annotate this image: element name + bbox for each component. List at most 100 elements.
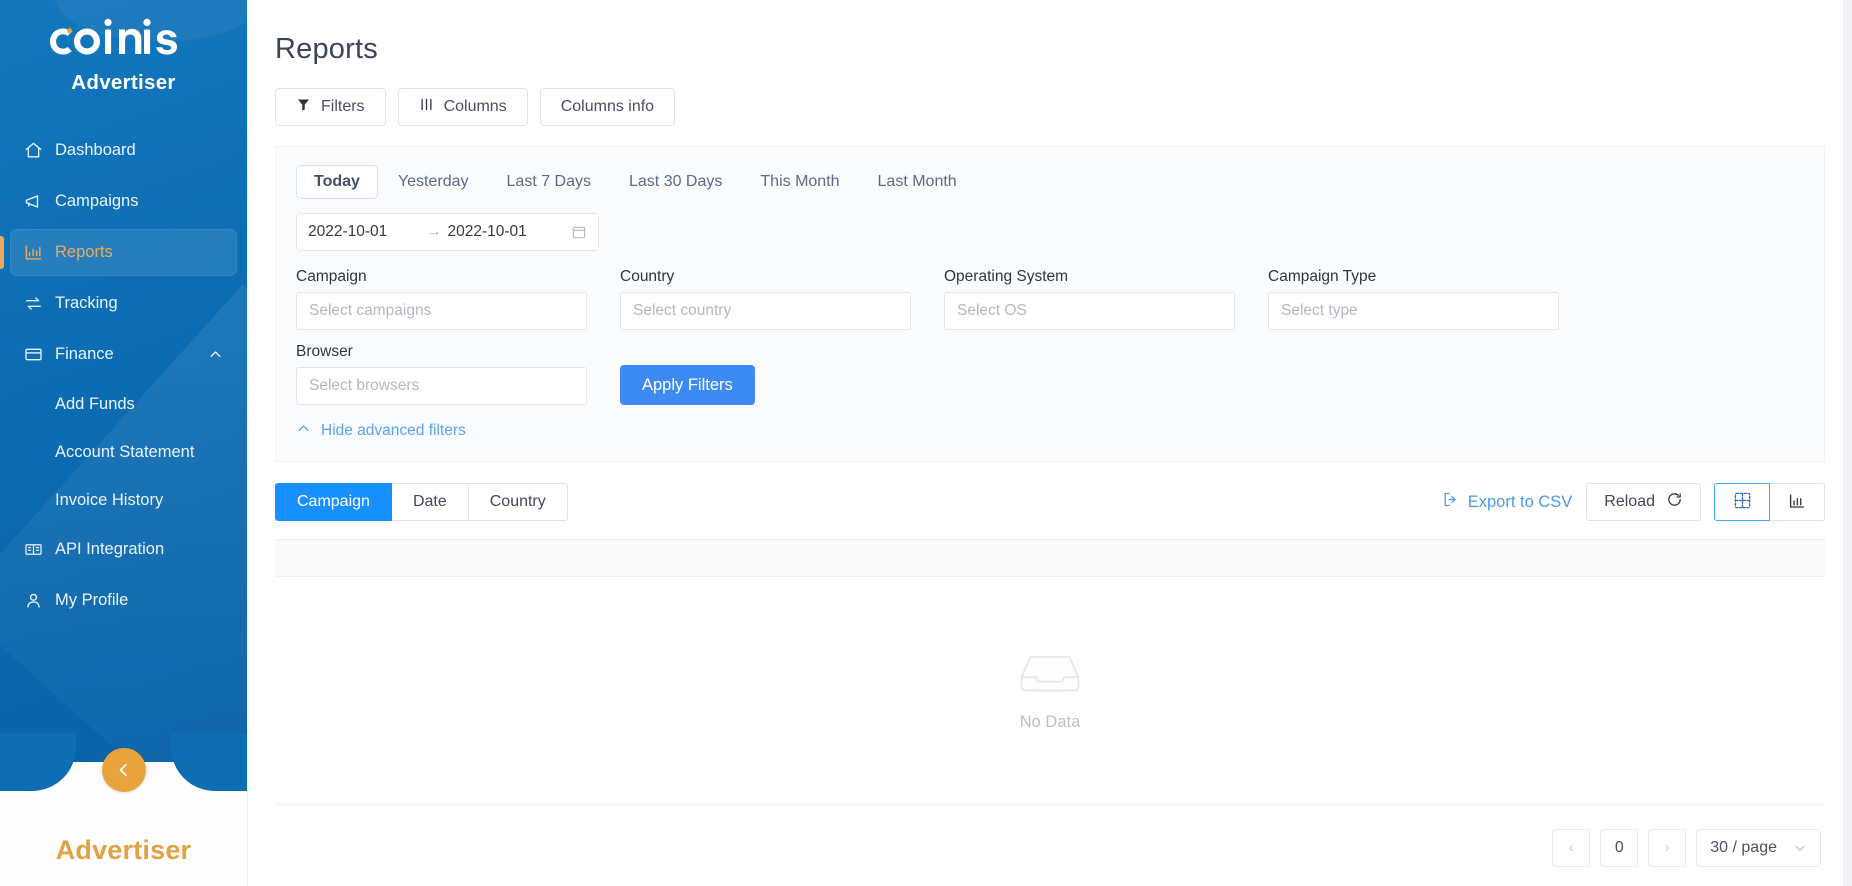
table-actions: Export to CSV Reload [1442,483,1825,521]
date-range-tab-last-month[interactable]: Last Month [860,165,975,199]
pagination-page-number[interactable]: 0 [1600,829,1639,867]
scrollbar-track[interactable] [1843,0,1852,886]
sidebar-item-label: Account Statement [55,442,195,461]
sidebar-item-dashboard[interactable]: Dashboard [10,127,237,174]
page-title: Reports [275,33,378,65]
grouping-tabs: Campaign Date Country [275,483,568,521]
columns-info-button[interactable]: Columns info [539,88,676,126]
campaign-type-select[interactable]: Select type [1268,292,1559,330]
sidebar-item-label: Invoice History [55,490,164,509]
sidebar-item-label: Finance [55,345,114,363]
megaphone-icon [24,192,52,211]
campaign-select[interactable]: Select campaigns [296,292,587,330]
sidebar-item-finance[interactable]: Finance [10,331,237,378]
reload-button[interactable]: Reload [1586,483,1701,521]
sidebar-nav: Dashboard Campaigns Reports Tracking Fin… [0,127,247,624]
date-range-tab-last-30-days[interactable]: Last 30 Days [611,165,740,199]
operating-system-select[interactable]: Select OS [944,292,1235,330]
filter-panel: Today Yesterday Last 7 Days Last 30 Days… [275,146,1825,462]
report-toolbar: Filters Columns Columns info [248,66,1852,126]
tab-country[interactable]: Country [467,483,568,521]
sidebar-item-invoice-history[interactable]: Invoice History [10,478,237,522]
home-icon [24,141,52,160]
chevron-down-icon [1793,841,1807,855]
apply-filters-button[interactable]: Apply Filters [620,365,755,405]
date-end-value[interactable]: 2022-10-01 [448,223,560,241]
sidebar-item-tracking[interactable]: Tracking [10,280,237,327]
export-icon [1442,491,1459,513]
coinis-logo-icon [49,18,177,55]
sidebar-collapse-button[interactable] [101,748,146,792]
table-grid-icon [1733,491,1752,513]
filter-fields-row-2: Browser Select browsers Apply Filters [296,343,1804,405]
page-size-value: 30 / page [1710,839,1777,856]
chevron-up-icon [208,347,223,362]
table-view-button[interactable] [1714,483,1770,521]
sidebar-item-add-funds[interactable]: Add Funds [10,382,237,426]
bar-chart-icon [1788,492,1806,513]
campaign-filter: Campaign Select campaigns [296,268,587,330]
refresh-icon [1666,491,1683,513]
sidebar-item-label: Reports [55,243,113,261]
sidebar-item-label: My Profile [55,591,129,609]
browser-filter-label: Browser [296,343,353,360]
date-start-value[interactable]: 2022-10-01 [308,223,420,241]
sidebar-item-my-profile[interactable]: My Profile [10,577,237,624]
pagination: ‹ 0 › 30 / page [248,829,1825,867]
sidebar-item-campaigns[interactable]: Campaigns [10,178,237,225]
tab-date[interactable]: Date [390,483,469,521]
exchange-icon [24,294,52,313]
sidebar-footer: Advertiser [0,733,247,886]
chevron-left-icon [115,761,133,779]
brand-subtitle: Advertiser [71,71,176,94]
bar-chart-icon [24,243,52,262]
date-range-tab-last-7-days[interactable]: Last 7 Days [489,165,609,199]
date-range-tab-this-month[interactable]: This Month [742,165,857,199]
credit-card-icon [24,345,52,364]
date-range-tab-today[interactable]: Today [296,165,378,199]
filters-button-label: Filters [321,98,365,115]
view-mode-toggle [1714,483,1825,521]
filter-fields-row-1: Campaign Select campaigns Country Select… [296,268,1804,330]
country-select[interactable]: Select country [620,292,911,330]
country-filter: Country Select country [620,268,911,330]
empty-state: No Data [275,577,1825,805]
export-to-csv-label: Export to CSV [1467,492,1573,511]
table-header-row [275,539,1825,577]
brand-logo[interactable]: Advertiser [0,0,247,95]
export-to-csv-button[interactable]: Export to CSV [1442,491,1573,513]
sidebar-item-account-statement[interactable]: Account Statement [10,430,237,474]
app-root: Advertiser Dashboard Campaigns Reports T… [0,0,1852,886]
empty-state-text: No Data [1019,713,1081,731]
sidebar-item-reports[interactable]: Reports [0,229,237,276]
advanced-filters-toggle-label: Hide advanced filters [321,422,466,439]
campaign-type-filter: Campaign Type Select type [1268,268,1559,330]
pagination-prev-button[interactable]: ‹ [1552,829,1591,867]
main-content: Reports Filters Columns Columns info Tod… [247,0,1852,886]
pagination-next-button[interactable]: › [1648,829,1687,867]
date-range-picker[interactable]: 2022-10-01 → 2022-10-01 [296,213,599,251]
sidebar-notch-right [171,733,247,791]
page-size-select[interactable]: 30 / page [1696,829,1821,867]
columns-info-button-label: Columns info [560,98,655,115]
empty-inbox-icon [1015,649,1085,704]
campaign-type-filter-label: Campaign Type [1268,268,1377,285]
chart-view-button[interactable] [1769,483,1825,521]
columns-button-label: Columns [443,98,507,115]
operating-system-filter-label: Operating System [944,268,1069,285]
date-range-tab-yesterday[interactable]: Yesterday [380,165,487,199]
calendar-icon [571,224,587,240]
campaign-filter-label: Campaign [296,268,367,285]
columns-button[interactable]: Columns [397,88,528,126]
tab-campaign[interactable]: Campaign [275,483,392,521]
sidebar: Advertiser Dashboard Campaigns Reports T… [0,0,247,886]
report-table: No Data [275,539,1825,805]
advanced-filters-toggle[interactable]: Hide advanced filters [296,421,466,441]
reload-button-label: Reload [1604,493,1655,510]
sidebar-item-api-integration[interactable]: API Integration [10,526,237,573]
browser-select[interactable]: Select browsers [296,367,587,405]
chevron-up-icon [296,421,311,441]
sidebar-item-label: Add Funds [55,394,135,413]
user-icon [24,591,52,610]
filters-button[interactable]: Filters [275,88,386,126]
